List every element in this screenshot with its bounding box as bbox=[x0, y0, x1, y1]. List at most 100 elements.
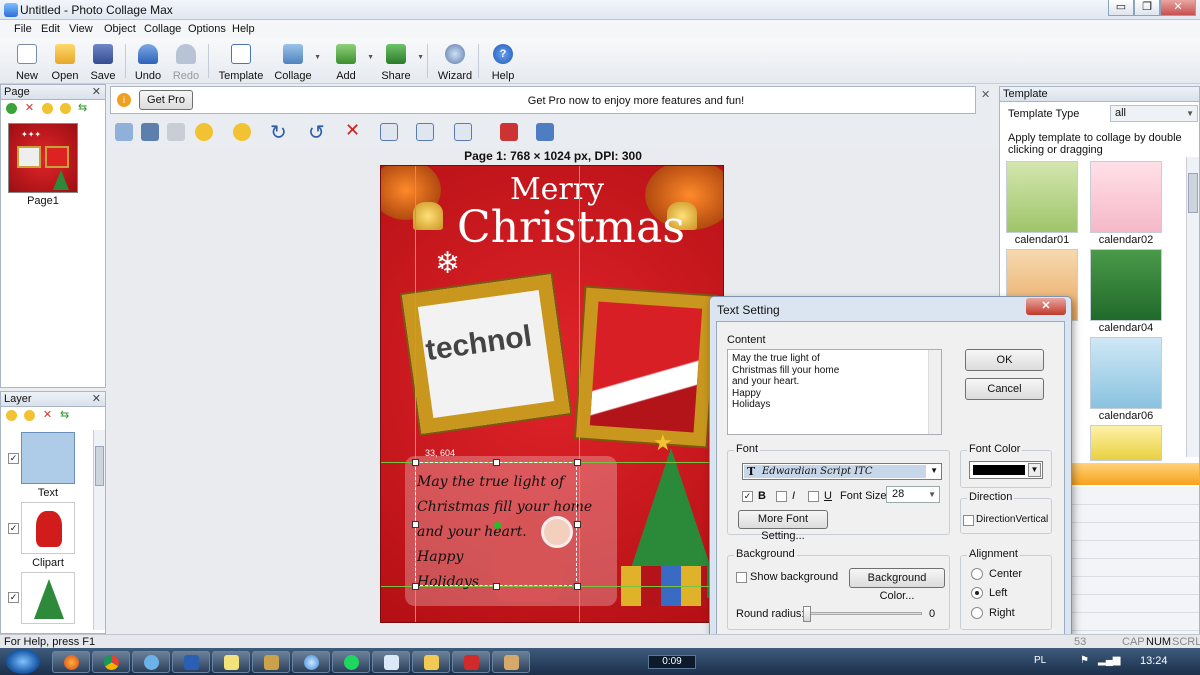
direction-vertical-checkbox[interactable] bbox=[963, 515, 974, 526]
template-thumb-calendar01[interactable] bbox=[1006, 161, 1078, 233]
resize-handle[interactable] bbox=[412, 583, 419, 590]
rotate-handle[interactable] bbox=[494, 522, 501, 529]
cancel-button[interactable]: Cancel bbox=[965, 378, 1044, 400]
replace-image-icon[interactable] bbox=[115, 123, 133, 141]
maximize-button[interactable]: ❐ bbox=[1134, 0, 1160, 16]
template-thumb-calendar07[interactable] bbox=[1090, 425, 1162, 461]
align-right-radio[interactable] bbox=[971, 607, 983, 619]
resize-handle[interactable] bbox=[412, 459, 419, 466]
font-size-select[interactable]: 28 ▼ bbox=[886, 486, 940, 503]
taskbar-tool[interactable] bbox=[252, 651, 290, 673]
add-page-icon[interactable] bbox=[6, 103, 17, 114]
add-button[interactable]: Add ▼ bbox=[326, 40, 374, 82]
resize-handle[interactable] bbox=[574, 459, 581, 466]
layer-up-icon[interactable] bbox=[6, 410, 17, 421]
size-icon[interactable] bbox=[454, 123, 472, 141]
bring-forward-icon[interactable] bbox=[195, 123, 213, 141]
collage-button[interactable]: Collage ▼ bbox=[273, 40, 321, 82]
properties-icon[interactable] bbox=[536, 123, 554, 141]
more-font-setting-button[interactable]: More Font Setting... bbox=[738, 510, 828, 542]
rotate-left-icon[interactable]: ↺ bbox=[308, 120, 325, 145]
flag-icon[interactable]: ⚑ bbox=[1080, 655, 1089, 666]
resize-handle[interactable] bbox=[493, 583, 500, 590]
taskbar-itunes[interactable] bbox=[292, 651, 330, 673]
round-radius-slider[interactable] bbox=[803, 606, 922, 622]
crop-icon[interactable] bbox=[167, 123, 185, 141]
dialog-close-button[interactable]: ✕ bbox=[1026, 298, 1066, 315]
taskbar-files[interactable] bbox=[372, 651, 410, 673]
resize-handle[interactable] bbox=[574, 521, 581, 528]
start-button[interactable] bbox=[6, 649, 40, 674]
resize-handle[interactable] bbox=[493, 459, 500, 466]
move-down-icon[interactable] bbox=[60, 103, 71, 114]
menu-options[interactable]: Options bbox=[188, 23, 226, 35]
show-background-checkbox[interactable] bbox=[736, 572, 747, 583]
menu-help[interactable]: Help bbox=[232, 23, 255, 35]
delete-page-icon[interactable]: ✕ bbox=[24, 103, 35, 114]
close-button[interactable]: ✕ bbox=[1160, 0, 1196, 16]
taskbar-notes[interactable] bbox=[212, 651, 250, 673]
template-thumb-calendar06[interactable] bbox=[1090, 337, 1162, 409]
layer-thumbnail-text[interactable] bbox=[21, 432, 75, 484]
delete-icon[interactable]: ✕ bbox=[345, 120, 360, 141]
photo-frame-left[interactable]: technol bbox=[401, 274, 571, 434]
scrollbar-thumb[interactable] bbox=[1188, 173, 1198, 213]
content-textarea[interactable]: May the true light of Christmas fill you… bbox=[727, 349, 942, 435]
swap-icon[interactable]: ⇆ bbox=[78, 103, 89, 114]
layer-visible-checkbox[interactable]: ✓ bbox=[8, 453, 19, 464]
close-promo-icon[interactable]: ✕ bbox=[981, 88, 990, 101]
background-color-button[interactable]: Background Color... bbox=[849, 568, 945, 602]
menu-view[interactable]: View bbox=[69, 23, 93, 35]
font-color-picker[interactable]: ▼ bbox=[969, 461, 1043, 479]
align-left-radio[interactable] bbox=[971, 587, 983, 599]
swap-icon[interactable]: ⇆ bbox=[60, 410, 71, 421]
layer-down-icon[interactable] bbox=[24, 410, 35, 421]
close-icon[interactable]: ✕ bbox=[92, 85, 101, 99]
help-button[interactable]: ? Help bbox=[483, 40, 523, 82]
taskbar-collage[interactable] bbox=[452, 651, 490, 673]
dropdown-arrow-icon[interactable]: ▼ bbox=[417, 54, 424, 61]
clock[interactable]: 13:24 bbox=[1140, 655, 1168, 667]
move-up-icon[interactable] bbox=[42, 103, 53, 114]
distribute-icon[interactable] bbox=[416, 123, 434, 141]
resize-handle[interactable] bbox=[412, 521, 419, 528]
taskbar-app[interactable] bbox=[132, 651, 170, 673]
collage-page[interactable]: ❄ Merry Christmas technol ★ May the true… bbox=[380, 165, 724, 623]
save-button[interactable]: Save bbox=[83, 40, 123, 82]
taskbar-word[interactable] bbox=[172, 651, 210, 673]
underline-checkbox[interactable] bbox=[808, 491, 819, 502]
wizard-button[interactable]: Wizard bbox=[435, 40, 475, 82]
close-icon[interactable]: ✕ bbox=[92, 392, 101, 406]
taskbar-spotify[interactable] bbox=[332, 651, 370, 673]
scrollbar-thumb[interactable] bbox=[95, 446, 104, 486]
send-backward-icon[interactable] bbox=[233, 123, 251, 141]
layer-thumbnail-clipart[interactable] bbox=[21, 572, 75, 624]
template-button[interactable]: Template bbox=[219, 40, 263, 82]
slider-thumb[interactable] bbox=[803, 606, 811, 622]
ok-button[interactable]: OK bbox=[965, 349, 1044, 371]
taskbar-chrome[interactable] bbox=[92, 651, 130, 673]
get-pro-button[interactable]: Get Pro bbox=[139, 90, 193, 110]
layer-visible-checkbox[interactable]: ✓ bbox=[8, 592, 19, 603]
bold-checkbox[interactable]: ✓ bbox=[742, 491, 753, 502]
photo-frame-right[interactable] bbox=[575, 287, 717, 447]
taskbar-explorer[interactable] bbox=[412, 651, 450, 673]
template-thumb-calendar04[interactable] bbox=[1090, 249, 1162, 321]
menu-object[interactable]: Object bbox=[104, 23, 136, 35]
layer-scrollbar[interactable] bbox=[93, 430, 105, 630]
menu-edit[interactable]: Edit bbox=[41, 23, 60, 35]
template-scrollbar[interactable] bbox=[1186, 157, 1199, 457]
taskbar-firefox[interactable] bbox=[52, 651, 90, 673]
template-thumb-calendar02[interactable] bbox=[1090, 161, 1162, 233]
font-select[interactable]: Edwardian Script ITC T ▼ bbox=[742, 463, 942, 480]
share-button[interactable]: Share ▼ bbox=[376, 40, 424, 82]
resize-handle[interactable] bbox=[574, 583, 581, 590]
dropdown-arrow-icon[interactable]: ▼ bbox=[314, 54, 321, 61]
remove-background-icon[interactable] bbox=[500, 123, 518, 141]
redo-button[interactable]: Redo bbox=[166, 40, 206, 82]
language-indicator[interactable]: PL bbox=[1034, 655, 1046, 666]
signal-icon[interactable]: ▂▄▆ bbox=[1098, 655, 1120, 666]
menu-collage[interactable]: Collage bbox=[144, 23, 181, 35]
menu-file[interactable]: File bbox=[14, 23, 32, 35]
template-type-select[interactable]: all ▼ bbox=[1110, 105, 1198, 122]
